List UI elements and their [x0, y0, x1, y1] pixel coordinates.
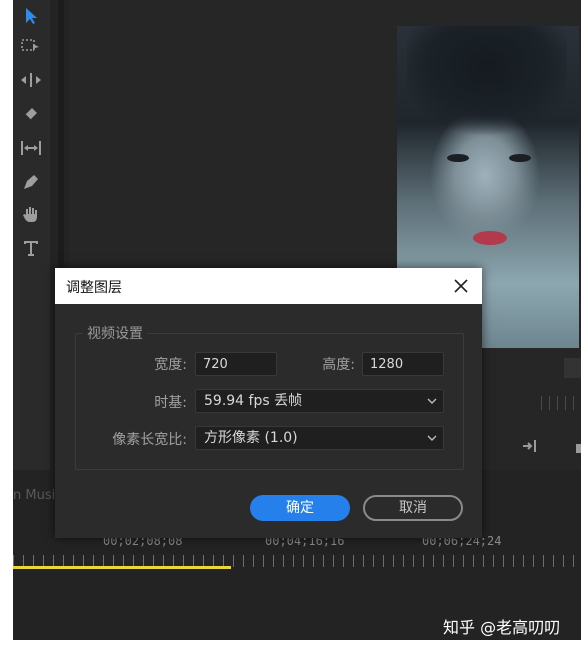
slip-tool-icon[interactable] [17, 134, 45, 162]
dialog-title: 调整图层 [66, 280, 122, 296]
timebase-select[interactable]: 59.94 fps 丢帧 [195, 389, 444, 413]
chevron-down-icon [427, 435, 437, 441]
video-mouth [473, 231, 507, 245]
right-margin [581, 0, 586, 651]
razor-tool-icon[interactable] [17, 100, 45, 128]
tools-panel [13, 0, 50, 470]
watermark: 知乎 @老高叨叨 [443, 618, 561, 637]
adjustment-layer-dialog: 调整图层 视频设置 宽度: 720 高度: 1280 时基: 59.94 fps… [55, 268, 482, 538]
close-icon[interactable] [448, 273, 474, 299]
timebase-value: 59.94 fps 丢帧 [204, 393, 303, 409]
selection-tool-icon[interactable] [17, 2, 45, 30]
height-label: 高度: [322, 357, 355, 373]
track-select-tool-icon[interactable] [17, 32, 45, 60]
track-label: n Musi [13, 488, 56, 503]
playback-resolution-label[interactable]: 完整 [564, 358, 581, 378]
height-field[interactable]: 1280 [362, 352, 444, 376]
left-margin [0, 0, 13, 651]
pen-tool-icon[interactable] [17, 168, 45, 196]
pixel-aspect-value: 方形像素 (1.0) [204, 430, 298, 446]
pixel-aspect-select[interactable]: 方形像素 (1.0) [195, 426, 444, 450]
video-hair [407, 26, 567, 146]
panel-divider[interactable] [58, 0, 64, 270]
video-settings-label: 视频设置 [83, 323, 147, 343]
video-eye-right [509, 154, 531, 162]
width-label: 宽度: [154, 357, 187, 373]
chevron-down-icon [427, 398, 437, 404]
pixel-aspect-label: 像素长宽比: [112, 432, 187, 448]
work-area-bar[interactable] [13, 566, 231, 569]
ripple-edit-tool-icon[interactable] [17, 66, 45, 94]
insert-icon[interactable] [522, 438, 542, 458]
width-field[interactable]: 720 [195, 352, 277, 376]
video-eye-left [447, 154, 469, 162]
timebase-label: 时基: [154, 395, 187, 411]
cancel-button[interactable]: 取消 [363, 495, 463, 521]
monitor-ruler [541, 396, 581, 410]
ok-button[interactable]: 确定 [250, 495, 350, 521]
dialog-titlebar: 调整图层 [55, 268, 482, 304]
hand-tool-icon[interactable] [17, 200, 45, 228]
type-tool-icon[interactable] [17, 234, 45, 262]
export-frame-icon[interactable] [574, 438, 581, 458]
